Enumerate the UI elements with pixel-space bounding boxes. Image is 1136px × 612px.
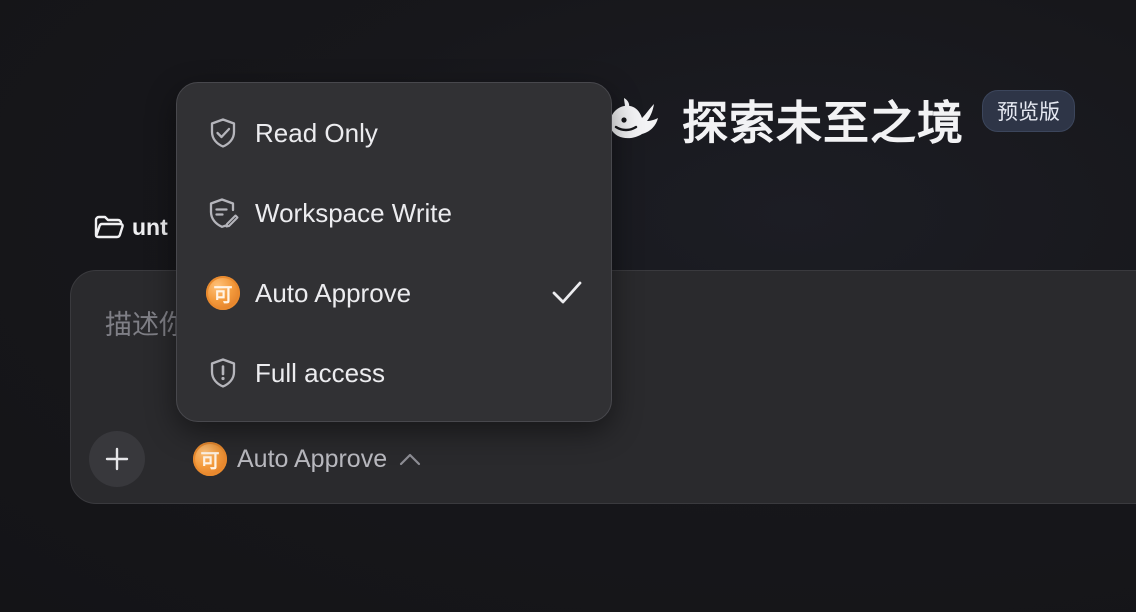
menu-item-full-access[interactable]: Full access (177, 333, 611, 413)
app-window: 探索未至之境 预览版 unt 描述你 可 Auto Approve Read O… (0, 0, 1136, 612)
approval-mode-selector[interactable]: 可 Auto Approve (193, 441, 421, 477)
menu-item-label: Workspace Write (255, 197, 452, 228)
approve-coin-wrapper: 可 (206, 276, 240, 310)
add-attachment-button[interactable] (89, 431, 145, 487)
brand-title: 探索未至之境 (682, 96, 964, 150)
preview-badge: 预览版 (982, 90, 1075, 132)
menu-item-read-only[interactable]: Read Only (177, 93, 611, 173)
checkmark-icon (552, 281, 582, 304)
menu-item-auto-approve[interactable]: 可 Auto Approve (177, 253, 611, 333)
prompt-input[interactable]: 描述你 (105, 303, 186, 342)
folder-open-icon (94, 212, 124, 242)
approval-mode-label: Auto Approve (237, 444, 388, 473)
whale-logo-icon (606, 92, 662, 148)
menu-item-label: Full access (255, 357, 386, 388)
shield-alert-icon (207, 357, 239, 389)
approve-coin-icon: 可 (193, 442, 227, 476)
plus-icon (105, 447, 129, 471)
folder-name: unt (132, 213, 168, 240)
menu-item-workspace-write[interactable]: Workspace Write (177, 173, 611, 253)
chevron-up-icon (399, 452, 421, 466)
shield-check-icon (207, 117, 239, 149)
approval-mode-menu: Read Only Workspace Write 可 Auto Approve (176, 82, 612, 422)
menu-item-label: Auto Approve (255, 277, 412, 308)
workspace-folder[interactable]: unt (94, 210, 168, 244)
approve-coin-icon: 可 (206, 276, 240, 310)
shield-edit-icon (207, 197, 239, 229)
menu-item-label: Read Only (255, 117, 378, 148)
brand-header: 探索未至之境 预览版 (606, 84, 1075, 156)
